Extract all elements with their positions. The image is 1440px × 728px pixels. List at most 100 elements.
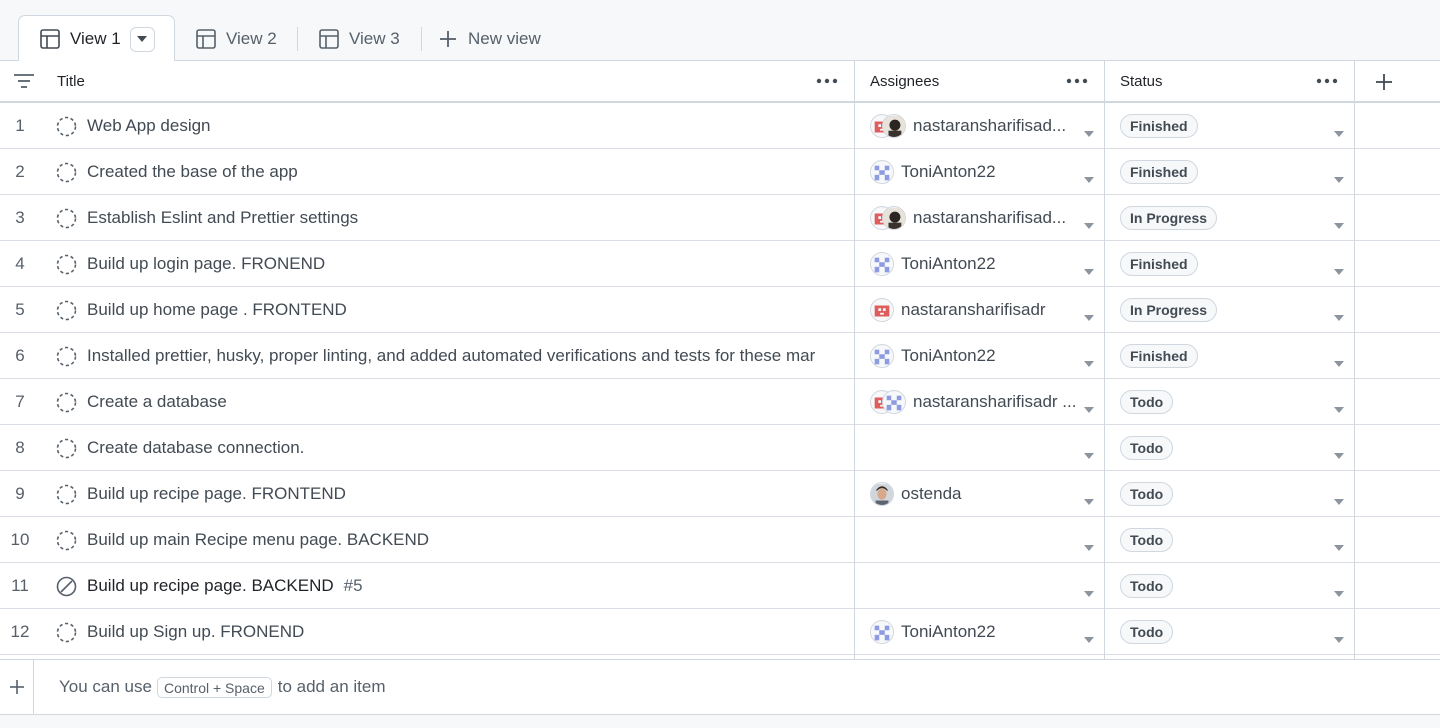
assignee-cell[interactable]: ToniAnton22 bbox=[870, 149, 1080, 195]
row-title-text[interactable]: Build up recipe page. BACKEND bbox=[87, 576, 334, 596]
chevron-down-icon[interactable] bbox=[1334, 170, 1344, 183]
new-view-button[interactable]: New view bbox=[437, 15, 541, 62]
table-row[interactable]: 2 Created the base of the app ToniAnton22 F… bbox=[0, 149, 1440, 195]
row-title[interactable]: Web App design bbox=[87, 103, 842, 149]
row-title[interactable]: Created the base of the app bbox=[87, 149, 842, 195]
column-header-status[interactable]: Status bbox=[1120, 61, 1354, 101]
status-badge[interactable]: Finished bbox=[1120, 344, 1198, 368]
chevron-down-icon[interactable] bbox=[1084, 538, 1094, 551]
table-row[interactable]: 9 Build up recipe page. FRONTEND ostenda To… bbox=[0, 471, 1440, 517]
chevron-down-icon[interactable] bbox=[1334, 584, 1344, 597]
chevron-down-icon[interactable] bbox=[1084, 308, 1094, 321]
chevron-down-icon[interactable] bbox=[1334, 124, 1344, 137]
table-row[interactable]: 3 Establish Eslint and Prettier settings n… bbox=[0, 195, 1440, 241]
row-title[interactable]: Build up main Recipe menu page. BACKEND bbox=[87, 517, 842, 563]
chevron-down-icon[interactable] bbox=[1334, 538, 1344, 551]
chevron-down-icon[interactable] bbox=[1334, 630, 1344, 643]
triangle-down-icon bbox=[137, 36, 148, 42]
status-badge[interactable]: In Progress bbox=[1120, 206, 1218, 230]
new-view-label: New view bbox=[468, 28, 541, 48]
avatar bbox=[882, 114, 906, 138]
column-divider bbox=[1354, 61, 1355, 659]
table-row[interactable]: 1 Web App design nastaransharifisad... Fini… bbox=[0, 103, 1440, 149]
row-title[interactable]: Installed prettier, husky, proper lintin… bbox=[87, 333, 842, 379]
assignee-name: ostenda bbox=[901, 484, 962, 503]
tab-view-1[interactable]: View 1 bbox=[18, 15, 175, 62]
table-row[interactable]: 8 Create database connection. Todo bbox=[0, 425, 1440, 471]
status-badge[interactable]: Todo bbox=[1120, 620, 1174, 644]
assignee-cell[interactable] bbox=[870, 517, 1080, 563]
tab-view-2[interactable]: View 2 bbox=[195, 15, 277, 62]
add-item-hint[interactable]: You can use Control + Space to add an it… bbox=[59, 660, 386, 714]
chevron-down-icon[interactable] bbox=[1084, 584, 1094, 597]
row-title[interactable]: Build up recipe page. FRONTEND bbox=[87, 471, 842, 517]
kebab-horizontal-icon[interactable] bbox=[1316, 72, 1338, 90]
row-title[interactable]: Establish Eslint and Prettier settings bbox=[87, 195, 842, 241]
status-badge[interactable]: Todo bbox=[1120, 574, 1174, 598]
assignee-cell[interactable]: ToniAnton22 bbox=[870, 241, 1080, 287]
row-title[interactable]: Build up login page. FRONEND bbox=[87, 241, 842, 287]
assignee-cell[interactable]: nastaransharifisadr bbox=[870, 287, 1080, 333]
column-header-title[interactable]: Title bbox=[57, 61, 854, 101]
chevron-down-icon[interactable] bbox=[1084, 170, 1094, 183]
view-options-button[interactable] bbox=[129, 26, 155, 52]
table-row[interactable]: 12 Build up Sign up. FRONEND ToniAnton22 To… bbox=[0, 609, 1440, 655]
status-badge[interactable]: Todo bbox=[1120, 390, 1174, 414]
chevron-down-icon[interactable] bbox=[1084, 492, 1094, 505]
table-row[interactable]: 10 Build up main Recipe menu page. BACKEN… bbox=[0, 517, 1440, 563]
chevron-down-icon[interactable] bbox=[1084, 124, 1094, 137]
assignee-cell[interactable] bbox=[870, 563, 1080, 609]
assignee-cell[interactable]: ToniAnton22 bbox=[870, 333, 1080, 379]
add-item-button[interactable] bbox=[0, 660, 34, 714]
chevron-down-icon[interactable] bbox=[1084, 630, 1094, 643]
chevron-down-icon[interactable] bbox=[1334, 492, 1344, 505]
kebab-horizontal-icon[interactable] bbox=[816, 72, 838, 90]
status-badge[interactable]: Todo bbox=[1120, 436, 1174, 460]
status-badge[interactable]: Todo bbox=[1120, 528, 1174, 552]
table-row[interactable]: 6 Installed prettier, husky, proper linti… bbox=[0, 333, 1440, 379]
assignee-cell[interactable]: ostenda bbox=[870, 471, 1080, 517]
status-badge[interactable]: Finished bbox=[1120, 252, 1198, 276]
assignee-cell[interactable]: ToniAnton22 bbox=[870, 609, 1080, 655]
assignee-name: nastaransharifisadr bbox=[901, 300, 1046, 319]
add-item-bar[interactable]: You can use Control + Space to add an it… bbox=[0, 659, 1440, 715]
row-title[interactable]: Build up home page . FRONTEND bbox=[87, 287, 842, 333]
table-row[interactable]: 11 Build up recipe page. BACKEND #5 Todo bbox=[0, 563, 1440, 609]
assignee-cell[interactable]: nastaransharifisadr ... bbox=[870, 379, 1080, 425]
row-title-text: Build up recipe page. FRONTEND bbox=[87, 484, 346, 503]
assignee-cell[interactable] bbox=[870, 425, 1080, 471]
row-title[interactable]: Build up recipe page. BACKEND #5 bbox=[87, 563, 842, 609]
status-badge[interactable]: Finished bbox=[1120, 114, 1198, 138]
row-title[interactable]: Create database connection. bbox=[87, 425, 842, 471]
assignee-cell[interactable]: nastaransharifisad... bbox=[870, 103, 1080, 149]
assignee-cell[interactable]: nastaransharifisad... bbox=[870, 195, 1080, 241]
chevron-down-icon[interactable] bbox=[1334, 262, 1344, 275]
chevron-down-icon[interactable] bbox=[1084, 216, 1094, 229]
avatar bbox=[870, 252, 894, 276]
status-badge[interactable]: Todo bbox=[1120, 482, 1174, 506]
status-badge[interactable]: Finished bbox=[1120, 160, 1198, 184]
chevron-down-icon[interactable] bbox=[1334, 354, 1344, 367]
column-header-assignees[interactable]: Assignees bbox=[870, 61, 1104, 101]
tab-view-3[interactable]: View 3 bbox=[318, 15, 400, 62]
row-title[interactable]: Build up Sign up. FRONEND bbox=[87, 609, 842, 655]
chevron-down-icon[interactable] bbox=[1334, 216, 1344, 229]
filter-button[interactable] bbox=[12, 61, 40, 101]
assignee-avatars bbox=[870, 160, 894, 184]
table-row[interactable]: 4 Build up login page. FRONEND ToniAnton22… bbox=[0, 241, 1440, 287]
chevron-down-icon[interactable] bbox=[1084, 262, 1094, 275]
chevron-down-icon[interactable] bbox=[1084, 354, 1094, 367]
kebab-horizontal-icon[interactable] bbox=[1066, 72, 1088, 90]
status-badge[interactable]: In Progress bbox=[1120, 298, 1218, 322]
chevron-down-icon[interactable] bbox=[1084, 400, 1094, 413]
assignee-avatars bbox=[870, 482, 894, 506]
row-number: 1 bbox=[15, 116, 25, 135]
add-field-button[interactable] bbox=[1372, 70, 1396, 94]
chevron-down-icon[interactable] bbox=[1334, 446, 1344, 459]
table-row[interactable]: 5 Build up home page . FRONTEND nastaransh… bbox=[0, 287, 1440, 333]
chevron-down-icon[interactable] bbox=[1334, 308, 1344, 321]
chevron-down-icon[interactable] bbox=[1334, 400, 1344, 413]
row-title[interactable]: Create a database bbox=[87, 379, 842, 425]
chevron-down-icon[interactable] bbox=[1084, 446, 1094, 459]
table-row[interactable]: 7 Create a database nastaransharifisadr ..… bbox=[0, 379, 1440, 425]
